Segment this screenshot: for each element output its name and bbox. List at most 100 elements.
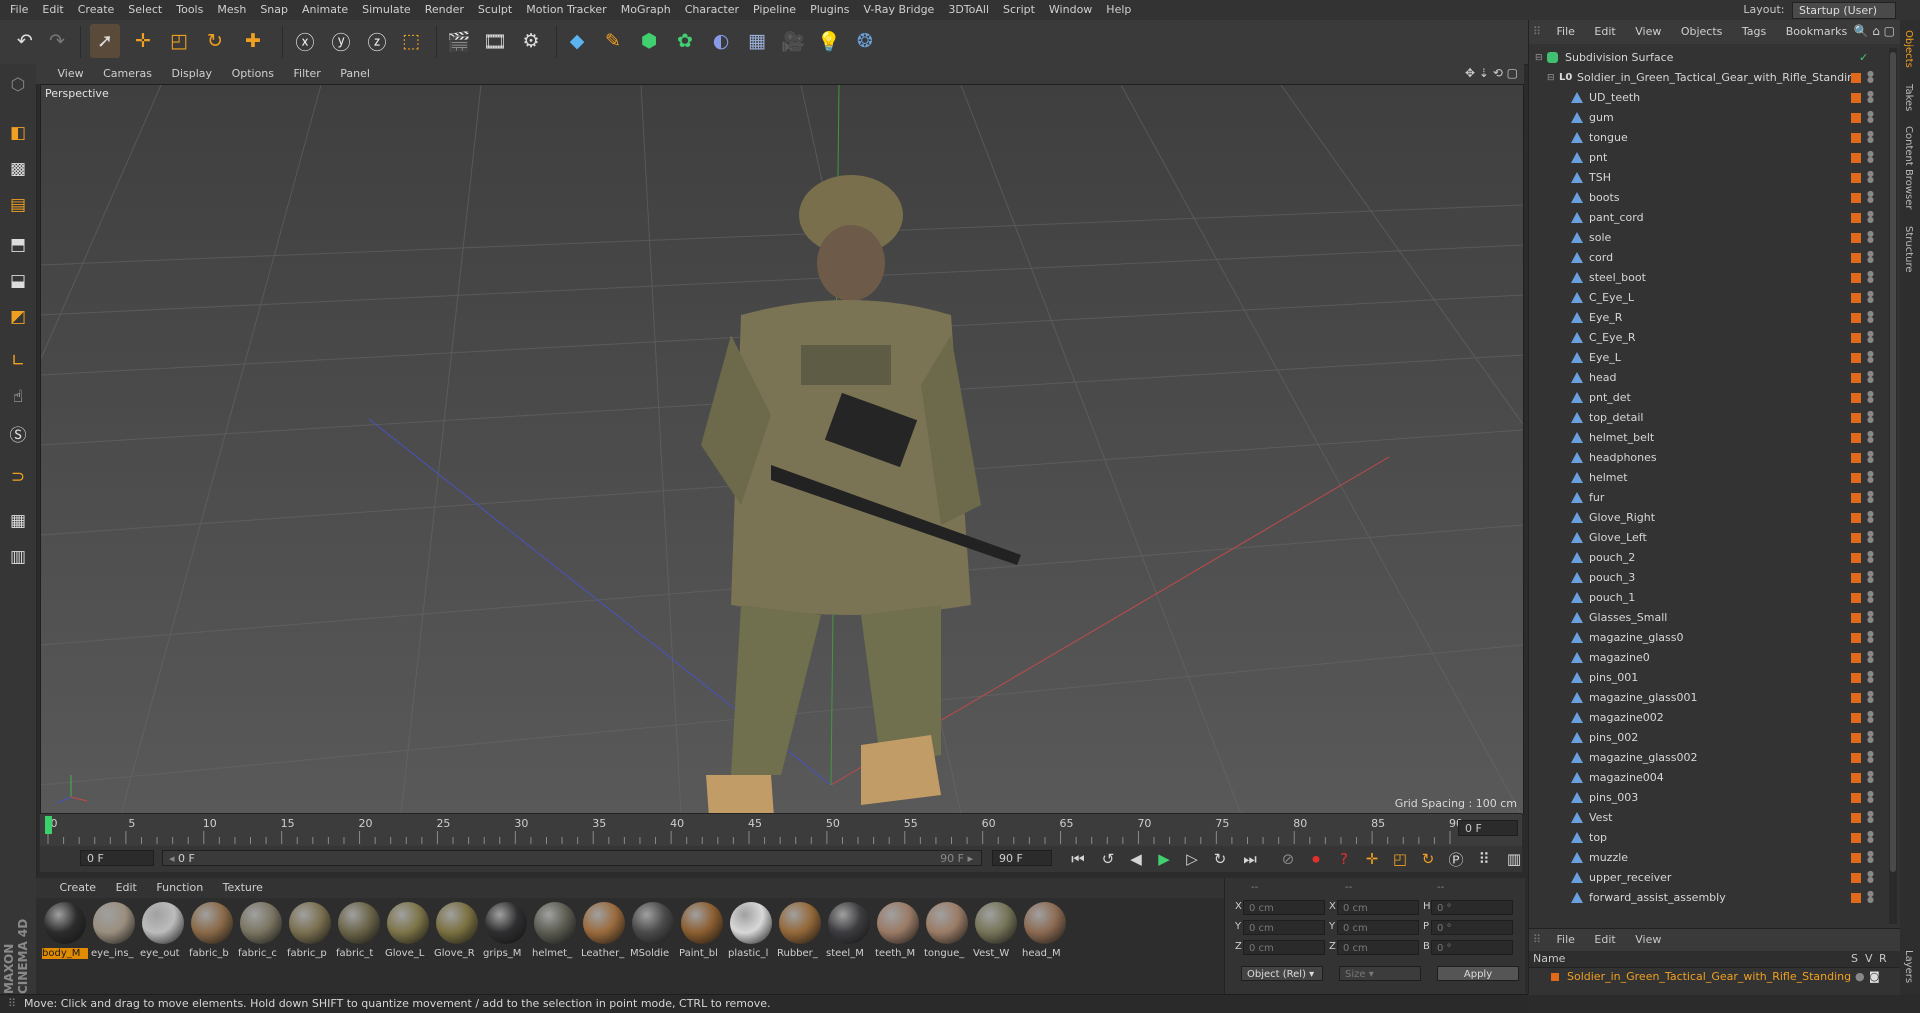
layer-color-tag[interactable] [1851,153,1861,163]
object-row[interactable]: magazine002 ● ● [1529,708,1893,728]
material-thumbnail[interactable]: eye_ins_ [91,902,137,964]
menu-pipeline[interactable]: Pipeline [746,0,803,19]
layer-dot-icon[interactable]: ● [1855,968,1865,986]
visibility-dots[interactable]: ● ● [1867,650,1874,664]
material-thumbnail[interactable]: helmet_ [532,902,578,964]
object-row[interactable]: fur ● ● [1529,488,1893,508]
pla-key-icon[interactable]: ⠿ [1472,848,1496,870]
visibility-dots[interactable]: ● ● [1867,510,1874,524]
next-frame-icon[interactable]: ▷ [1180,848,1204,870]
timeline-ruler[interactable]: 0 5 10 15 20 25 30 35 40 45 50 55 60 65 70 75 80 85 90 0 F [40,813,1522,846]
layer-color-tag[interactable] [1851,493,1861,503]
object-row[interactable]: magazine004 ● ● [1529,768,1893,788]
material-thumbnail[interactable]: plastic_l [728,902,774,964]
object-row[interactable]: pouch_1 ● ● [1529,588,1893,608]
subdivision-icon[interactable]: ⬢ [634,24,664,58]
layer-color-tag[interactable] [1851,753,1861,763]
layer-color-tag[interactable] [1851,613,1861,623]
visibility-dots[interactable]: ● ● [1867,290,1874,304]
position-key-icon[interactable]: ✛ [1360,848,1384,870]
tab-layers[interactable]: Layers [1903,950,1914,983]
layer-color-tag[interactable] [1851,733,1861,743]
magnet-icon[interactable]: ⊃ [3,462,33,492]
visibility-dots[interactable]: ● ● [1867,110,1874,124]
visibility-dots[interactable]: ● ● [1867,550,1874,564]
floor-icon[interactable]: ▦ [742,24,772,58]
om-menu-tags[interactable]: Tags [1734,20,1774,44]
object-row[interactable]: helmet_belt ● ● [1529,428,1893,448]
layer-color-tag[interactable] [1851,173,1861,183]
menu-animate[interactable]: Animate [295,0,355,19]
om-menu-objects[interactable]: Objects [1673,20,1731,44]
move-icon[interactable]: ✛ [128,24,158,58]
deformer-icon[interactable]: ◐ [706,24,736,58]
cube-icon[interactable]: ◆ [562,24,592,58]
object-row[interactable]: headphones ● ● [1529,448,1893,468]
go-to-end-icon[interactable]: ⏭ [1238,848,1262,870]
object-row[interactable]: Eye_L ● ● [1529,348,1893,368]
menu-v-ray-bridge[interactable]: V-Ray Bridge [856,0,941,19]
viewport-menu-filter[interactable]: Filter [286,64,329,84]
object-row[interactable]: steel_boot ● ● [1529,268,1893,288]
layer-color-tag[interactable] [1851,633,1861,643]
visibility-dots[interactable]: ● ● [1867,530,1874,544]
tab-content-browser[interactable]: Content Browser [1903,126,1914,209]
go-to-start-icon[interactable]: ⏮ [1066,848,1090,870]
autokey-icon[interactable]: ⏺ [1304,848,1328,870]
material-thumbnail[interactable]: Vest_W [973,902,1019,964]
visibility-dots[interactable]: ● ● [1867,230,1874,244]
layer-menu-view[interactable]: View [1627,933,1669,946]
object-row[interactable]: pouch_3 ● ● [1529,568,1893,588]
playhead[interactable] [45,816,52,834]
timeline-window-icon[interactable]: ▥ [1502,848,1526,870]
visibility-dots[interactable]: ● ● [1867,670,1874,684]
layout-select[interactable]: Startup (User) [1792,2,1896,19]
visibility-dots[interactable]: ● ● [1867,710,1874,724]
material-thumbnail[interactable]: Rubber_ [777,902,823,964]
points-mode-icon[interactable]: ⬒ [3,230,33,260]
layer-color-tag[interactable] [1851,573,1861,583]
menu-plugins[interactable]: Plugins [803,0,856,19]
object-row[interactable]: tongue ● ● [1529,128,1893,148]
object-row[interactable]: C_Eye_L ● ● [1529,288,1893,308]
object-row[interactable]: magazine0 ● ● [1529,648,1893,668]
object-row[interactable]: Eye_R ● ● [1529,308,1893,328]
viewport-menu-options[interactable]: Options [224,64,282,84]
layer-color-tag[interactable] [1851,93,1861,103]
coord-value-field[interactable]: 0 ° [1431,940,1513,955]
layer-color-tag[interactable] [1851,273,1861,283]
coord-value-field[interactable]: 0 ° [1431,900,1513,915]
edges-mode-icon[interactable]: ⬓ [3,266,33,296]
next-key-icon[interactable]: ↻ [1208,848,1232,870]
z-axis-icon[interactable]: ⓩ [362,24,392,58]
object-row[interactable]: Vest ● ● [1529,808,1893,828]
menu-edit[interactable]: Edit [35,0,70,19]
object-row-subdivision-surface[interactable]: ⊟ Subdivision Surface ✓ [1529,48,1893,68]
select-arrow-icon[interactable]: ➚ [90,24,120,58]
material-menu-edit[interactable]: Edit [108,878,145,898]
material-thumbnail[interactable]: Glove_L [385,902,431,964]
lock-workplane-icon[interactable]: ▦ [3,506,33,536]
material-thumbnail[interactable]: eye_out [140,902,186,964]
visibility-dots[interactable]: ● ● [1867,410,1874,424]
layer-color-tag[interactable] [1851,793,1861,803]
menu-select[interactable]: Select [121,0,169,19]
menu-help[interactable]: Help [1099,0,1138,19]
layer-color-tag[interactable] [1851,373,1861,383]
layer-color-tag[interactable] [1851,313,1861,323]
end-frame-field[interactable]: 90 F [992,850,1052,866]
object-row[interactable]: pnt ● ● [1529,148,1893,168]
om-scroll-thumb[interactable] [1890,52,1896,872]
menu-render[interactable]: Render [418,0,471,19]
object-row[interactable]: top ● ● [1529,828,1893,848]
layer-color-tag[interactable] [1851,653,1861,663]
python-icon[interactable]: ❂ [850,24,880,58]
snap-icon[interactable]: Ⓢ [3,418,33,448]
visibility-dots[interactable]: ● ● [1867,750,1874,764]
object-row[interactable]: C_Eye_R ● ● [1529,328,1893,348]
visibility-dots[interactable]: ● ● [1867,570,1874,584]
layer-color-tag[interactable] [1851,893,1861,903]
object-row[interactable]: pant_cord ● ● [1529,208,1893,228]
expand-icon[interactable]: ⊟ [1535,48,1543,68]
coord-value-field[interactable]: 0 ° [1431,920,1513,935]
